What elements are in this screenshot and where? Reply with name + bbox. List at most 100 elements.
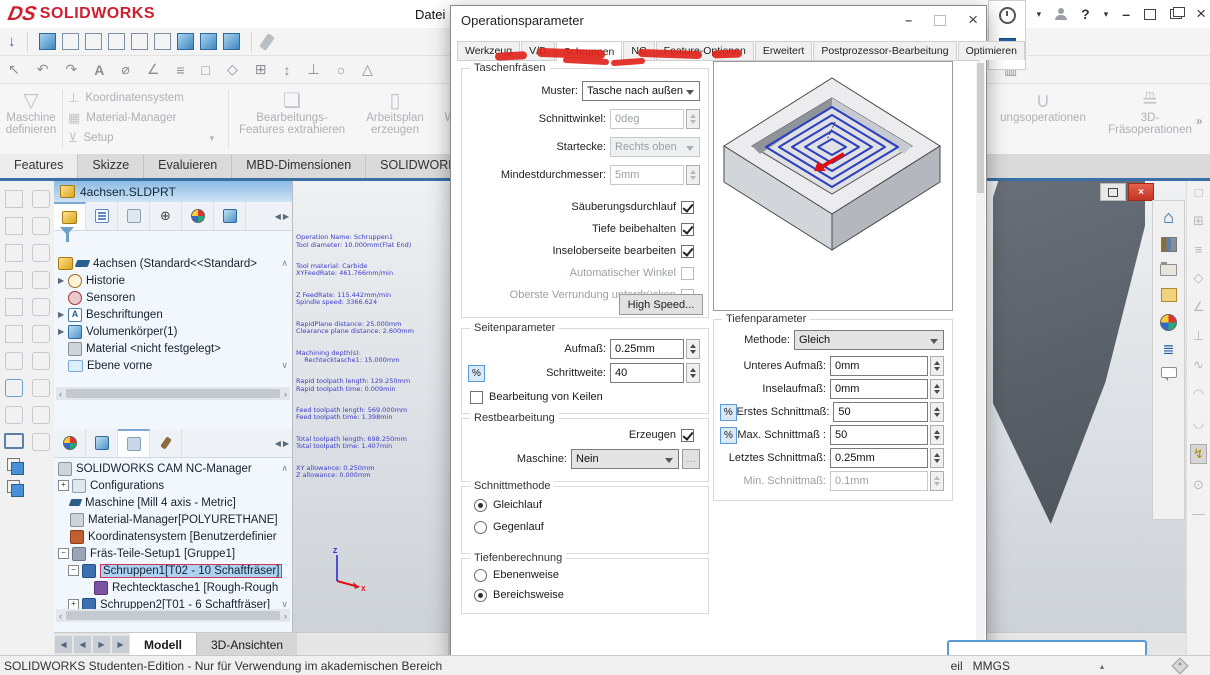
dialog-close-button[interactable]: ×	[968, 10, 978, 30]
cam-tool-icon[interactable]	[32, 244, 50, 262]
schnittwinkel-spinner[interactable]	[686, 109, 700, 129]
material-manager-button[interactable]: ▦Material-Manager	[68, 108, 228, 128]
hscroll-right[interactable]: ›	[284, 389, 287, 399]
letztes-schnittmass-field[interactable]: 0.25mm	[830, 448, 928, 468]
appearances-icon[interactable]	[1160, 314, 1177, 331]
collapse-minus-icon[interactable]: −	[58, 548, 69, 559]
tool-icon[interactable]	[259, 33, 275, 51]
view-cube-icon[interactable]	[154, 33, 171, 50]
tab-configurationmanager[interactable]	[118, 202, 150, 230]
dim-tool-icon[interactable]: ⊞	[1193, 213, 1204, 229]
tree-row-root[interactable]: 4achsen (Standard<<Standard> ∧	[54, 255, 292, 272]
rect-tool-icon[interactable]: □	[1195, 185, 1203, 200]
text-icon[interactable]: A	[94, 62, 104, 78]
mindestdurchmesser-field[interactable]: 5mm	[610, 165, 684, 185]
tree-row-historie[interactable]: ▶ Historie	[54, 272, 292, 289]
extract-features-button[interactable]: ❏ Bearbeitungs-Features extrahieren	[234, 90, 350, 136]
ebenenweise-radio[interactable]: Ebenenweise	[474, 565, 559, 585]
tabbar-scroll-right[interactable]: ▶	[283, 212, 289, 221]
tree-row-sensoren[interactable]: Sensoren	[54, 289, 292, 306]
startecke-combobox[interactable]: Rechts oben	[610, 137, 700, 157]
tab-cam-operations[interactable]	[118, 429, 150, 457]
tree-row-ebene-vorne[interactable]: Ebene vorne ∨	[54, 357, 292, 374]
view-tool-icon[interactable]	[5, 190, 23, 208]
gegenlauf-radio[interactable]: Gegenlauf	[474, 517, 544, 537]
erstes-schnittmass-field[interactable]: 50	[833, 402, 928, 422]
tab-nav-prev[interactable]: ◀	[74, 636, 91, 653]
select-icon[interactable]: ↖	[8, 61, 20, 78]
tab-dimxpert[interactable]: ⊕	[150, 202, 182, 230]
tab-features[interactable]: Features	[0, 154, 78, 178]
dialog-maximize-button[interactable]	[934, 15, 946, 26]
cam-tool-icon[interactable]	[32, 379, 50, 397]
erzeugen-checkbox[interactable]	[681, 429, 694, 442]
cascade-windows-button[interactable]	[1170, 9, 1182, 19]
collapse-minus-icon[interactable]: −	[68, 565, 79, 576]
tree-scroll-down[interactable]: ∨	[281, 360, 288, 371]
tree-scroll-up[interactable]: ∧	[281, 258, 288, 269]
expander-icon[interactable]: ▶	[58, 310, 68, 319]
setup-button[interactable]: ⊻Setup▾	[68, 128, 228, 148]
tab-nav-last[interactable]: ▶	[112, 636, 129, 653]
tab-nav-first[interactable]: ◀	[55, 636, 72, 653]
layered-windows-icon[interactable]	[7, 458, 20, 471]
task-pane-close-button[interactable]: ×	[1128, 183, 1154, 201]
define-machine-button[interactable]: ▽ Maschine definieren	[2, 90, 60, 136]
tab-cam-features[interactable]	[86, 429, 118, 457]
view-cube-icon[interactable]	[223, 33, 240, 50]
cam-tool-icon[interactable]	[32, 298, 50, 316]
unteres-aufmass-spinner[interactable]	[930, 356, 944, 376]
view-cube-icon[interactable]	[200, 33, 217, 50]
cam-tool-icon[interactable]	[32, 352, 50, 370]
restore-button[interactable]	[1144, 9, 1156, 20]
min-schnittmass-field[interactable]: 0.1mm	[830, 471, 928, 491]
exploded-view-icon[interactable]: ↓	[8, 33, 16, 50]
forum-icon[interactable]	[1161, 367, 1177, 378]
inselaufmass-spinner[interactable]	[930, 379, 944, 399]
automatischer-winkel-checkbox[interactable]	[681, 267, 694, 280]
spline-tool-icon[interactable]: ∿	[1193, 357, 1204, 373]
schrittweite-percent-toggle[interactable]: %	[468, 365, 485, 382]
line-tool-icon[interactable]: —	[1192, 506, 1205, 521]
tabbar-scroll-left[interactable]: ◀	[275, 439, 281, 448]
view-tool-icon[interactable]	[5, 244, 23, 262]
custom-properties-icon[interactable]: ≣	[1163, 343, 1175, 355]
cam-row-configurations[interactable]: + Configurations	[54, 477, 292, 494]
task-pane-restore-button[interactable]	[1100, 183, 1126, 201]
view-tool-icon[interactable]	[5, 298, 23, 316]
tab-evaluieren[interactable]: Evaluieren	[144, 154, 232, 178]
view-cube-icon[interactable]	[39, 33, 56, 50]
coordinate-system-button[interactable]: ⊥Koordinatensystem	[68, 88, 228, 108]
hscroll-left[interactable]: ‹	[59, 389, 62, 399]
rectangle-icon[interactable]: □	[202, 62, 210, 78]
expander-icon[interactable]: ▶	[58, 276, 68, 285]
cam-tree-hscrollbar[interactable]: ‹ ›	[56, 609, 290, 622]
view-cube-icon[interactable]	[108, 33, 125, 50]
tab-skizze[interactable]: Skizze	[78, 154, 144, 178]
cam-row-material-manager[interactable]: Material-Manager[POLYURETHANE]	[54, 511, 292, 528]
trim-tool-icon[interactable]: ∠	[1193, 299, 1205, 315]
file-explorer-icon[interactable]	[1160, 264, 1177, 276]
tab-display[interactable]	[54, 429, 86, 457]
tab-modell[interactable]: Modell	[130, 633, 196, 656]
wrench-tool-icon[interactable]	[5, 406, 23, 424]
tree-scroll-up[interactable]: ∧	[281, 463, 288, 474]
min-schnittmass-spinner[interactable]	[930, 471, 944, 491]
palette-icon[interactable]	[1161, 288, 1177, 302]
tab-mbd-dimensionen[interactable]: MBD-Dimensionen	[232, 154, 366, 178]
erstes-schnittmass-spinner[interactable]	[930, 402, 944, 422]
select-tool-icon[interactable]	[5, 379, 23, 397]
monitor-icon[interactable]	[4, 433, 24, 449]
letztes-schnittmass-spinner[interactable]	[930, 448, 944, 468]
point-tool-icon[interactable]: ⊙	[1193, 477, 1204, 493]
bereichsweise-radio[interactable]: Bereichsweise	[474, 585, 564, 605]
aufmass-spinner[interactable]	[686, 339, 700, 359]
tab-displaymanager[interactable]	[182, 202, 214, 230]
mirror-tool-icon[interactable]: ⊥	[1193, 328, 1204, 344]
recent-commands-icon[interactable]	[999, 7, 1016, 24]
generate-operation-plan-button[interactable]: ▯ Arbeitsplan erzeugen	[352, 90, 438, 136]
expand-plus-icon[interactable]: +	[58, 480, 69, 491]
high-speed-button[interactable]: High Speed...	[619, 294, 703, 315]
angle-icon[interactable]: ∠	[147, 61, 160, 78]
cam-row-rechtecktasche[interactable]: Rechtecktasche1 [Rough-Rough	[54, 579, 292, 596]
